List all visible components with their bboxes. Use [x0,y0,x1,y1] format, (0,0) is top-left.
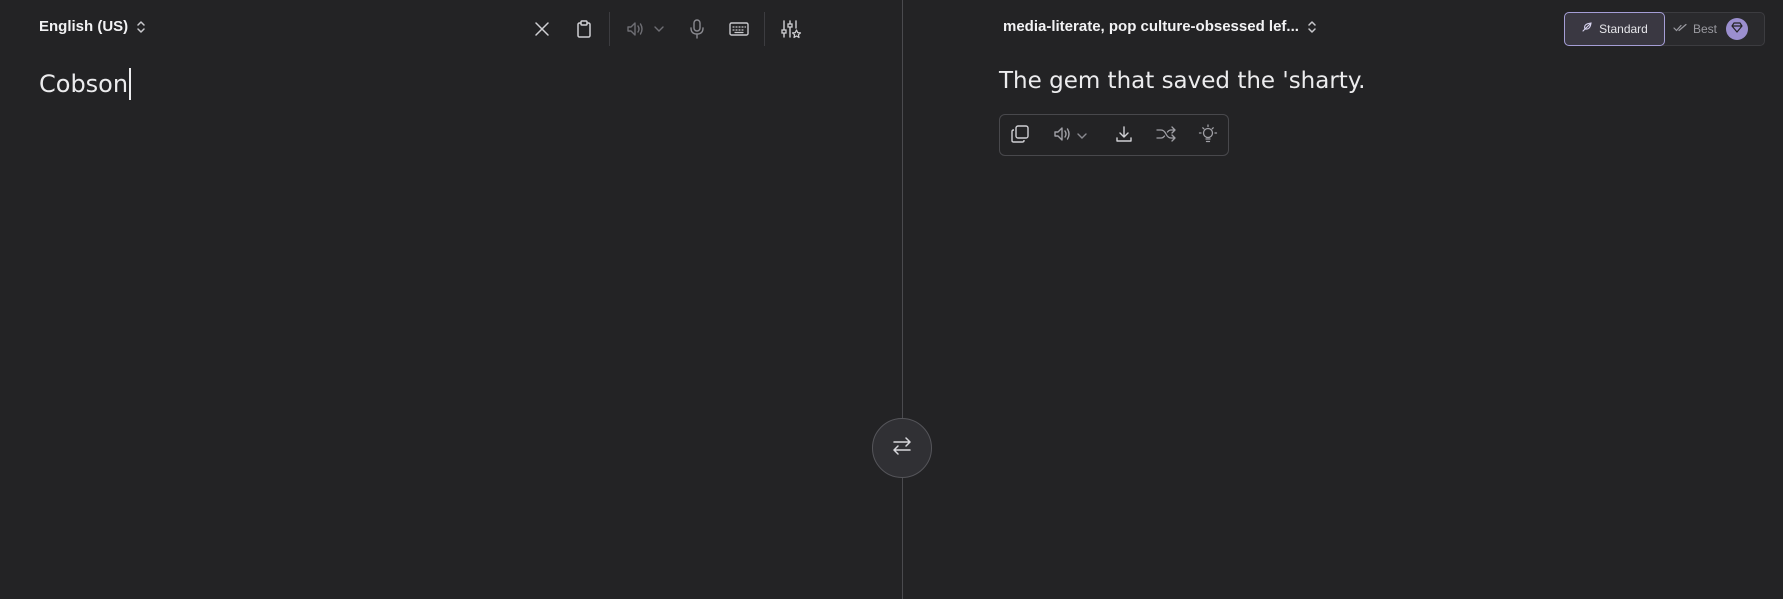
translation-voice-menu[interactable] [1074,124,1090,148]
source-language-selector[interactable]: English (US) [39,18,146,35]
lightbulb-icon [1198,123,1218,149]
source-language-label: English (US) [39,18,129,35]
speaker-icon [626,21,644,37]
copy-icon [1011,124,1029,148]
feather-icon [1581,20,1593,38]
sliders-star-icon [780,19,802,39]
swap-languages-button[interactable] [872,418,932,478]
download-button[interactable] [1112,124,1136,148]
close-icon [534,21,550,37]
toolbar-separator [764,12,765,46]
speak-source-button[interactable] [622,16,648,42]
chevron-down-icon [654,25,664,33]
swap-arrows-icon [891,436,913,461]
best-mode-button[interactable]: Best [1673,13,1717,45]
speaker-icon [1053,126,1071,147]
gem-icon [1731,20,1743,38]
chevron-up-down-icon [1307,19,1317,35]
download-icon [1115,125,1133,148]
clear-button[interactable] [529,16,555,42]
source-text: Cobson [39,70,129,98]
microphone-icon [689,19,705,39]
standard-mode-button[interactable]: Standard [1564,12,1665,46]
target-pane: media-literate, pop culture-obsessed lef… [903,0,1783,599]
toolbar-separator [609,12,610,46]
premium-badge [1726,18,1748,40]
quality-mode-toggle: Standard Best [1564,12,1765,46]
source-voice-menu[interactable] [650,16,668,42]
source-pane: English (US) Cobson [0,0,902,599]
keyboard-icon [729,22,749,36]
standard-mode-label: Standard [1599,22,1648,36]
best-mode-label: Best [1693,22,1718,36]
translation-actions-bar [999,114,1229,156]
target-style-selector[interactable]: media-literate, pop culture-obsessed lef… [1003,18,1317,35]
text-caret [129,68,132,100]
dictate-button[interactable] [684,16,710,42]
chevron-up-down-icon [136,19,146,35]
double-check-icon [1673,20,1687,38]
clipboard-icon [576,20,592,38]
shuffle-icon [1156,125,1176,147]
translated-text: The gem that saved the 'sharty. [999,68,1366,94]
target-style-label: media-literate, pop culture-obsessed lef… [1003,18,1299,35]
translation-settings-button[interactable] [778,16,804,42]
virtual-keyboard-button[interactable] [726,16,752,42]
source-text-input[interactable]: Cobson [39,68,132,100]
alternatives-button[interactable] [1154,124,1178,148]
explain-button[interactable] [1196,123,1220,149]
speak-translation-button[interactable] [1050,124,1074,148]
copy-button[interactable] [1008,124,1032,148]
paste-button[interactable] [571,16,597,42]
chevron-down-icon [1077,127,1087,145]
